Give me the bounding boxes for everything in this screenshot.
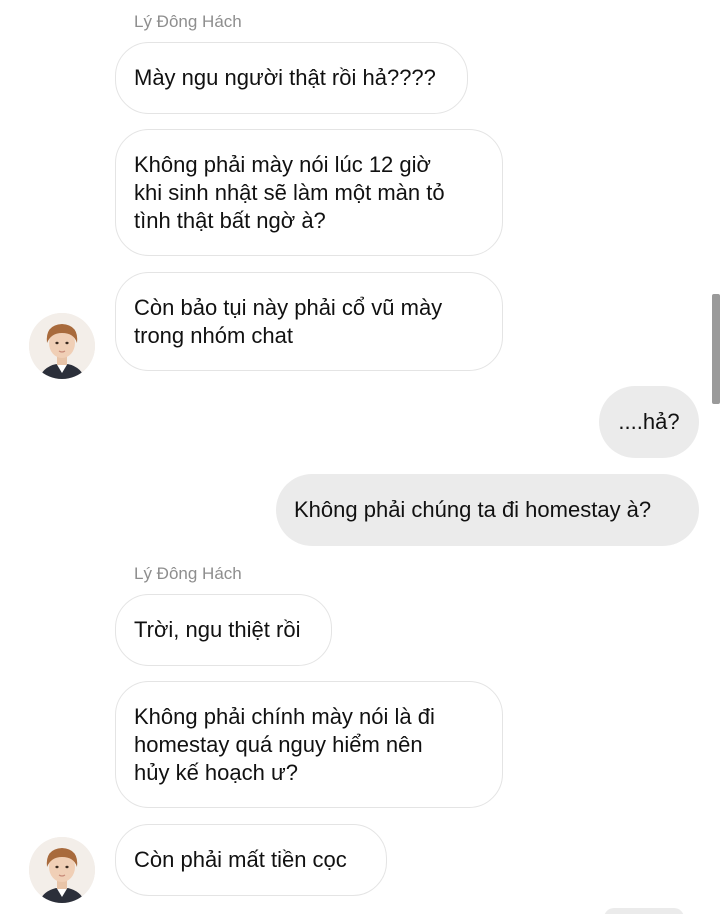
scrollbar-thumb[interactable] xyxy=(712,294,720,404)
sender-name: Lý Đông Hách xyxy=(134,564,242,583)
message-bubble-incoming[interactable]: Không phải chính mày nói là đi homestay … xyxy=(115,681,503,808)
message-bubble-outgoing[interactable]: ....hả? xyxy=(599,386,699,458)
chat-thread[interactable]: Lý Đông Hách Mày ngu người thật rồi hả??… xyxy=(0,0,720,914)
message-bubble-incoming[interactable]: Còn phải mất tiền cọc xyxy=(115,824,387,896)
message-bubble-incoming[interactable]: Mày ngu người thật rồi hả???? xyxy=(115,42,468,114)
message-bubble-incoming[interactable]: Còn bảo tụi này phải cổ vũ mày trong nhó… xyxy=(115,272,503,371)
message-bubble-incoming[interactable]: Không phải mày nói lúc 12 giờ khi sinh n… xyxy=(115,129,503,256)
avatar-photo-icon xyxy=(29,837,95,903)
message-bubble-outgoing[interactable]: Không phải chúng ta đi homestay à? xyxy=(276,474,699,546)
sender-name: Lý Đông Hách xyxy=(134,12,242,31)
message-bubble-incoming[interactable]: Trời, ngu thiệt rồi xyxy=(115,594,332,666)
message-bubble-outgoing-partial[interactable] xyxy=(604,908,684,914)
contact-avatar[interactable] xyxy=(29,313,95,379)
avatar-photo-icon xyxy=(29,313,95,379)
contact-avatar[interactable] xyxy=(29,837,95,903)
